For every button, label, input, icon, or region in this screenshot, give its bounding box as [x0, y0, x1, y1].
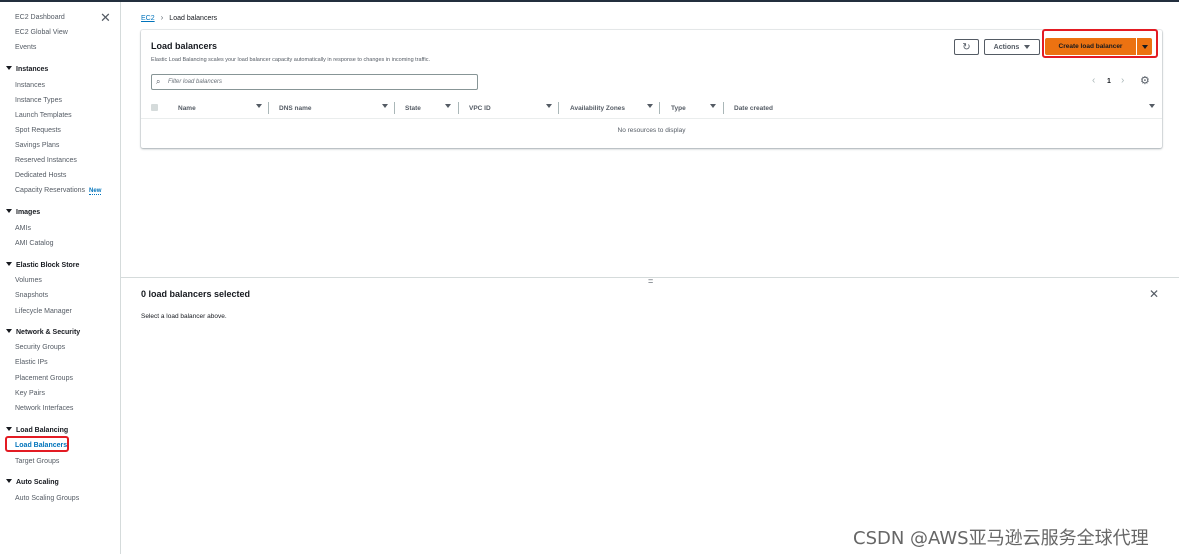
sidebar-section-label: Network & Security — [16, 329, 81, 336]
sidebar-section-label: Instances — [16, 66, 49, 73]
column-header-state[interactable]: State — [405, 105, 421, 112]
sidebar-item-instance-types[interactable]: Instance Types — [15, 97, 62, 104]
sidebar-item-savings-plans[interactable]: Savings Plans — [15, 142, 59, 149]
column-header-dns-name[interactable]: DNS name — [279, 105, 312, 112]
sidebar-section-auto-scaling[interactable]: Auto Scaling — [6, 479, 59, 486]
chevron-right-icon[interactable]: › — [1121, 75, 1124, 86]
column-header-date-created[interactable]: Date created — [734, 105, 773, 112]
sidebar-item-label: Capacity Reservations — [15, 187, 86, 194]
sidebar-section-label: Images — [16, 209, 41, 216]
sidebar-section-label: Elastic Block Store — [16, 262, 80, 269]
column-header-type[interactable]: Type — [671, 105, 686, 112]
sidebar-section-label: Auto Scaling — [16, 479, 59, 486]
sidebar-section-label: Load Balancing — [16, 427, 69, 434]
breadcrumb-ec2-link[interactable]: EC2 — [141, 15, 155, 22]
sidebar-item-key-pairs[interactable]: Key Pairs — [15, 390, 45, 397]
column-header-name[interactable]: Name — [178, 105, 196, 112]
page-title: Load balancers — [151, 41, 218, 51]
column-divider[interactable] — [558, 102, 559, 114]
caret-down-icon — [1024, 45, 1031, 49]
caret-down-icon — [6, 66, 12, 70]
column-divider[interactable] — [268, 102, 269, 114]
caret-down-icon — [6, 329, 12, 333]
sidebar-section-images[interactable]: Images — [6, 209, 40, 216]
sidebar-item-amis[interactable]: AMIs — [15, 225, 31, 232]
refresh-icon: ↻ — [962, 41, 971, 53]
caret-down-icon — [1141, 44, 1148, 49]
details-title: 0 load balancers selected — [141, 289, 251, 299]
sort-icon[interactable] — [256, 104, 262, 108]
sidebar-section-network-security[interactable]: Network & Security — [6, 329, 80, 336]
caret-down-icon — [6, 262, 12, 266]
create-dropdown-button[interactable] — [1137, 38, 1152, 55]
sidebar-item-launch-templates[interactable]: Launch Templates — [15, 112, 72, 119]
filter-input[interactable]: ⌕ Filter load balancers — [151, 74, 478, 90]
chevron-right-icon: › — [160, 13, 164, 22]
filter-placeholder: Filter load balancers — [168, 79, 223, 85]
panel-description: Elastic Load Balancing scales your load … — [151, 57, 431, 63]
top-border — [0, 0, 1179, 2]
sort-icon[interactable] — [546, 104, 552, 108]
create-load-balancer-button[interactable]: Create load balancer — [1045, 38, 1136, 55]
load-balancers-panel: Load balancers Elastic Load Balancing sc… — [141, 29, 1162, 148]
search-icon: ⌕ — [156, 77, 161, 86]
sidebar-item-placement-groups[interactable]: Placement Groups — [15, 375, 73, 382]
column-divider[interactable] — [723, 102, 724, 114]
breadcrumb: EC2 › Load balancers — [141, 13, 217, 22]
sidebar-section-instances[interactable]: Instances — [6, 66, 48, 73]
sidebar-item-ami-catalog[interactable]: AMI Catalog — [15, 240, 54, 247]
sort-icon[interactable] — [382, 104, 388, 108]
select-all-checkbox[interactable] — [151, 104, 158, 111]
sidebar: ✕ EC2 Dashboard EC2 Global View Events I… — [0, 2, 121, 554]
sort-icon[interactable] — [1149, 104, 1155, 108]
sidebar-item-events[interactable]: Events — [15, 44, 36, 51]
sidebar-section-elastic-block-store[interactable]: Elastic Block Store — [6, 262, 79, 269]
resize-handle-icon[interactable]: = — [648, 277, 653, 286]
table-header: Name DNS name State VPC ID Availability … — [141, 99, 1162, 119]
empty-table-message: No resources to display — [617, 127, 686, 134]
sidebar-item-load-balancers[interactable]: Load Balancers — [15, 442, 67, 449]
caret-down-icon — [6, 479, 12, 483]
column-divider[interactable] — [659, 102, 660, 114]
caret-down-icon — [6, 209, 12, 213]
close-icon[interactable]: ✕ — [1149, 287, 1159, 301]
sidebar-item-dedicated-hosts[interactable]: Dedicated Hosts — [15, 172, 66, 179]
sidebar-section-load-balancing[interactable]: Load Balancing — [6, 427, 68, 434]
refresh-button[interactable]: ↻ — [954, 39, 979, 55]
gear-icon[interactable]: ⚙ — [1140, 74, 1150, 87]
sidebar-item-ec2-global-view[interactable]: EC2 Global View — [15, 29, 68, 36]
sort-icon[interactable] — [647, 104, 653, 108]
sidebar-item-auto-scaling-groups[interactable]: Auto Scaling Groups — [15, 495, 79, 502]
column-header-availability-zones[interactable]: Availability Zones — [570, 105, 625, 112]
caret-down-icon — [6, 427, 12, 431]
details-description: Select a load balancer above. — [141, 313, 227, 320]
sidebar-item-lifecycle-manager[interactable]: Lifecycle Manager — [15, 308, 72, 315]
sidebar-item-security-groups[interactable]: Security Groups — [15, 344, 65, 351]
page-number[interactable]: 1 — [1107, 78, 1111, 85]
chevron-left-icon[interactable]: ‹ — [1092, 75, 1095, 86]
column-header-vpc-id[interactable]: VPC ID — [469, 105, 491, 112]
sidebar-item-target-groups[interactable]: Target Groups — [15, 458, 59, 465]
sidebar-item-spot-requests[interactable]: Spot Requests — [15, 127, 61, 134]
sidebar-item-volumes[interactable]: Volumes — [15, 277, 42, 284]
column-divider[interactable] — [394, 102, 395, 114]
actions-label: Actions — [993, 43, 1020, 51]
sidebar-item-ec2-dashboard[interactable]: EC2 Dashboard — [15, 14, 65, 21]
sidebar-item-reserved-instances[interactable]: Reserved Instances — [15, 157, 77, 164]
watermark: CSDN @AWS亚马逊云服务全球代理 — [853, 528, 1149, 549]
sidebar-item-capacity-reservations[interactable]: Capacity Reservations New — [15, 187, 102, 195]
actions-button[interactable]: Actions — [984, 39, 1040, 55]
sidebar-item-network-interfaces[interactable]: Network Interfaces — [15, 405, 73, 412]
sort-icon[interactable] — [710, 104, 716, 108]
column-divider[interactable] — [458, 102, 459, 114]
sidebar-item-instances[interactable]: Instances — [15, 82, 45, 89]
sidebar-item-elastic-ips[interactable]: Elastic IPs — [15, 359, 48, 366]
close-icon[interactable]: ✕ — [100, 11, 111, 24]
sidebar-item-snapshots[interactable]: Snapshots — [15, 292, 48, 299]
sort-icon[interactable] — [445, 104, 451, 108]
breadcrumb-current: Load balancers — [169, 15, 218, 22]
new-badge: New — [89, 188, 102, 195]
